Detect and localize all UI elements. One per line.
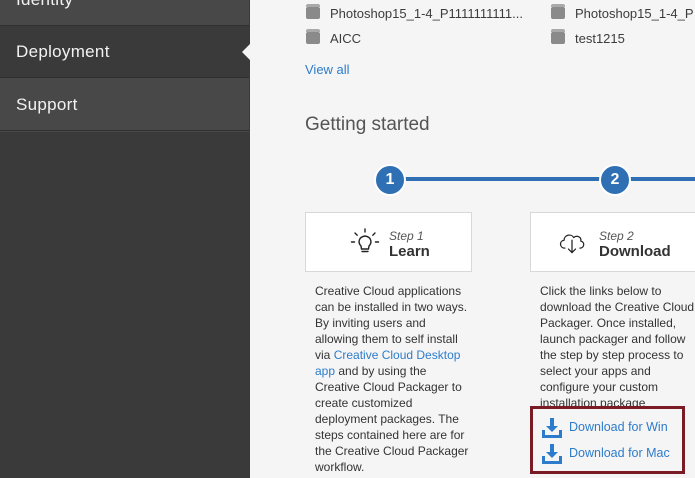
cloud-download-icon — [559, 234, 585, 254]
package-icon — [551, 4, 565, 19]
sidebar: Identity Deployment Support — [0, 0, 250, 478]
package-item[interactable]: AICC — [306, 29, 361, 46]
download-icon — [542, 418, 562, 438]
download-links-highlight: Download for Win Download for Mac — [530, 406, 685, 474]
step-learn-description: Creative Cloud applications can be insta… — [315, 284, 469, 474]
package-icon — [306, 29, 320, 44]
step-title: Download — [599, 243, 671, 260]
package-icon — [551, 29, 565, 44]
creative-cloud-desktop-link[interactable]: app — [315, 364, 335, 378]
view-all-link[interactable]: View all — [305, 62, 350, 77]
stepper-line — [628, 177, 695, 181]
step-title: Learn — [389, 243, 430, 260]
step-download-description: Click the links below to download the Cr… — [540, 284, 695, 407]
package-item[interactable]: test1215 — [551, 29, 625, 46]
step-label: Step 1 — [389, 229, 424, 243]
download-icon — [542, 444, 562, 464]
sidebar-item-label: Identity — [16, 0, 73, 9]
sidebar-empty-area — [0, 132, 249, 478]
package-item[interactable]: Photoshop15_1-4_P1111111111... — [306, 4, 523, 21]
step-learn-card[interactable]: Step 1 Learn — [305, 212, 472, 272]
sidebar-item-support[interactable]: Support — [0, 79, 249, 131]
sidebar-item-label: Support — [16, 95, 78, 114]
step-number-badge: 2 — [599, 164, 631, 196]
step-download-card[interactable]: Step 2 Download — [530, 212, 695, 272]
package-icon — [306, 4, 320, 19]
active-indicator — [242, 44, 250, 60]
getting-started-heading: Getting started — [305, 114, 430, 135]
step-number-badge: 1 — [374, 164, 406, 196]
lightbulb-icon — [350, 228, 380, 253]
step-label: Step 2 — [599, 229, 634, 243]
sidebar-item-identity[interactable]: Identity — [0, 0, 249, 26]
sidebar-item-deployment[interactable]: Deployment — [0, 26, 250, 78]
creative-cloud-desktop-link[interactable]: Creative Cloud Desktop — [334, 348, 461, 362]
main-content: Photoshop15_1-4_P1111111111... Photoshop… — [250, 0, 695, 478]
stepper-line — [398, 177, 624, 181]
sidebar-item-label: Deployment — [16, 42, 110, 61]
package-item[interactable]: Photoshop15_1-4_P — [551, 4, 694, 21]
